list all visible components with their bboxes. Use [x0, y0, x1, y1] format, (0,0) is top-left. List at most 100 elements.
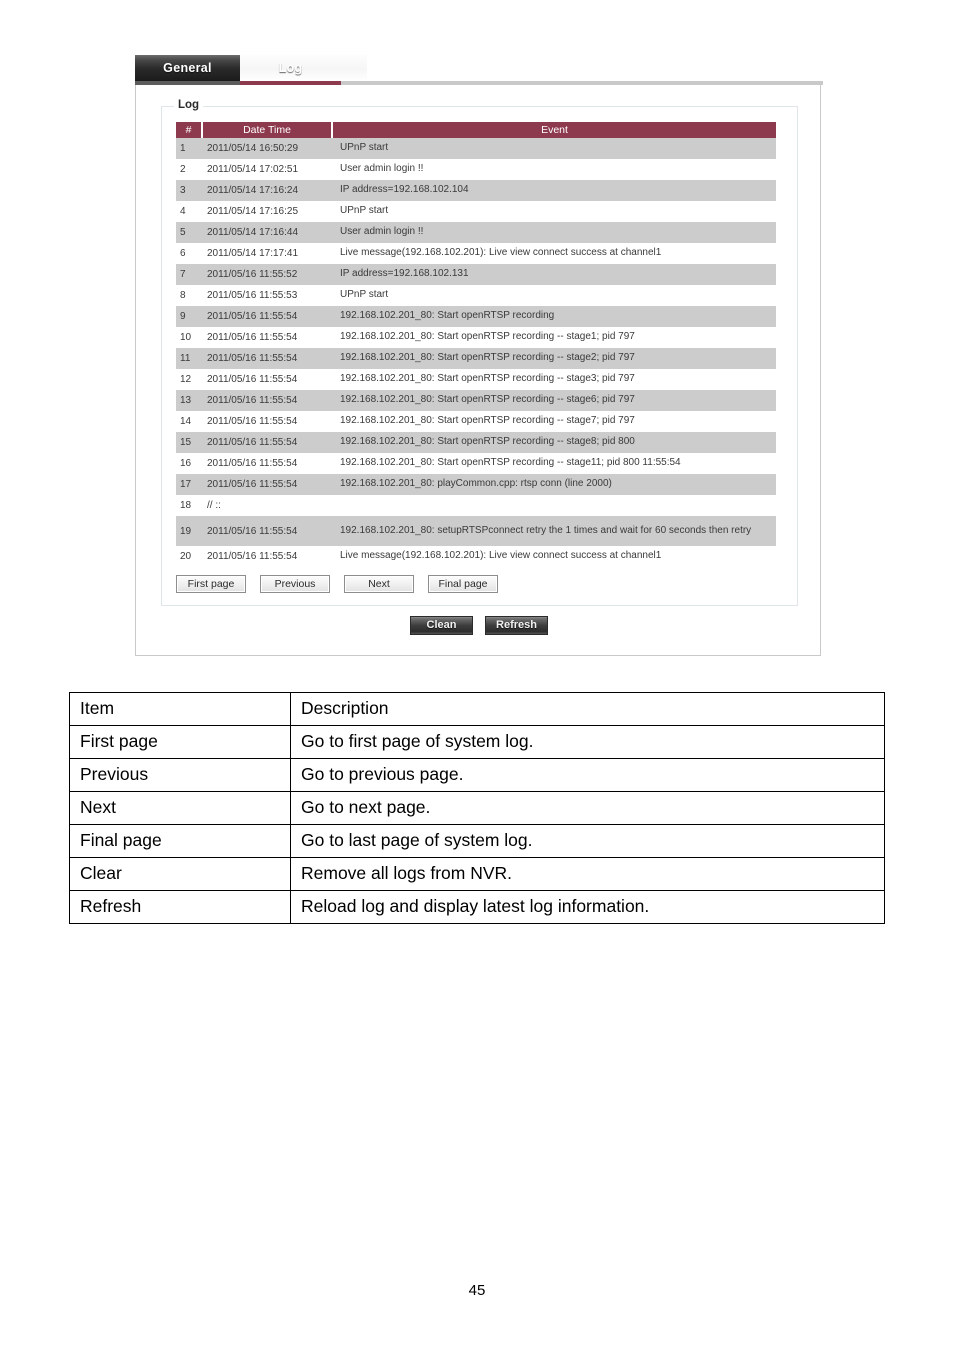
tab-general[interactable]: General — [135, 55, 240, 81]
log-cell-event: User admin login !! — [332, 222, 776, 243]
table-row: 20 2011/05/16 11:55:54 Live message(192.16… — [176, 546, 776, 567]
table-row: 14 2011/05/16 11:55:54 192.168.102.201_80:… — [176, 411, 776, 432]
log-cell-datetime: 2011/05/14 16:50:29 — [202, 138, 332, 159]
log-cell-event: 192.168.102.201_80: setupRTSPconnect ret… — [332, 516, 776, 546]
log-cell-num: 14 — [176, 411, 202, 432]
log-cell-event: 192.168.102.201_80: Start openRTSP recor… — [332, 327, 776, 348]
table-row: Item Description — [69, 692, 885, 726]
desc-item: Refresh — [69, 890, 291, 924]
log-cell-datetime: 2011/05/16 11:55:52 — [202, 264, 332, 285]
log-cell-datetime: 2011/05/14 17:16:44 — [202, 222, 332, 243]
desc-header-item: Item — [69, 692, 291, 726]
desc-item: Next — [69, 791, 291, 825]
log-cell-event: UPnP start — [332, 285, 776, 306]
log-cell-datetime: 2011/05/16 11:55:53 — [202, 285, 332, 306]
log-cell-num: 15 — [176, 432, 202, 453]
log-cell-datetime: 2011/05/14 17:16:24 — [202, 180, 332, 201]
table-row: 10 2011/05/16 11:55:54 192.168.102.201_80:… — [176, 327, 776, 348]
desc-description: Remove all logs from NVR. — [290, 857, 885, 891]
table-row: 5 2011/05/14 17:16:44 User admin login !! — [176, 222, 776, 243]
tab-log[interactable]: Log — [240, 55, 341, 81]
table-row: Previous Go to previous page. — [69, 758, 885, 792]
desc-description: Go to previous page. — [290, 758, 885, 792]
table-row: 8 2011/05/16 11:55:53 UPnP start — [176, 285, 776, 306]
table-row: 2 2011/05/14 17:02:51 User admin login !! — [176, 159, 776, 180]
log-table: # Date Time Event 1 2011/05/14 16:50:29 UP… — [176, 122, 776, 567]
log-table-header-row: # Date Time Event — [176, 122, 776, 138]
log-col-header-event: Event — [332, 122, 776, 138]
log-cell-event: 192.168.102.201_80: Start openRTSP recor… — [332, 369, 776, 390]
log-cell-datetime: 2011/05/16 11:55:54 — [202, 327, 332, 348]
desc-description: Reload log and display latest log inform… — [290, 890, 885, 924]
log-col-header-num: # — [176, 122, 203, 138]
log-cell-num: 5 — [176, 222, 202, 243]
previous-page-button[interactable]: Previous — [260, 575, 330, 593]
log-cell-datetime: 2011/05/16 11:55:54 — [202, 546, 332, 567]
nvr-log-screenshot: General Log Log # Date Time Event 1 2011… — [135, 55, 823, 658]
log-cell-num: 13 — [176, 390, 202, 411]
log-cell-event: 192.168.102.201_80: Start openRTSP recor… — [332, 348, 776, 369]
table-row: Next Go to next page. — [69, 791, 885, 825]
log-cell-datetime: 2011/05/16 11:55:54 — [202, 369, 332, 390]
table-row: 7 2011/05/16 11:55:52 IP address=192.168.1… — [176, 264, 776, 285]
desc-item: Final page — [69, 824, 291, 858]
table-row: 13 2011/05/16 11:55:54 192.168.102.201_80:… — [176, 390, 776, 411]
desc-item: Clear — [69, 857, 291, 891]
page-number: 45 — [468, 1282, 486, 1299]
pagination-controls: First page Previous Next Final page — [176, 575, 498, 593]
table-row: 11 2011/05/16 11:55:54 192.168.102.201_80:… — [176, 348, 776, 369]
log-cell-num: 17 — [176, 474, 202, 495]
log-cell-num: 2 — [176, 159, 202, 180]
log-cell-num: 1 — [176, 138, 202, 159]
desc-description: Go to last page of system log. — [290, 824, 885, 858]
desc-item: First page — [69, 725, 291, 759]
log-cell-event: UPnP start — [332, 201, 776, 222]
log-cell-event: IP address=192.168.102.104 — [332, 180, 776, 201]
log-fieldset-legend: Log — [174, 99, 204, 111]
log-cell-datetime: 2011/05/14 17:02:51 — [202, 159, 332, 180]
desc-header-description: Description — [290, 692, 885, 726]
log-fieldset: Log # Date Time Event 1 2011/05/14 16:50:… — [161, 99, 798, 606]
desc-description: Go to next page. — [290, 791, 885, 825]
log-cell-event — [332, 495, 776, 516]
log-cell-event: 192.168.102.201_80: Start openRTSP recor… — [332, 306, 776, 327]
next-page-button[interactable]: Next — [344, 575, 414, 593]
refresh-button[interactable]: Refresh — [485, 616, 548, 635]
log-cell-event: IP address=192.168.102.131 — [332, 264, 776, 285]
final-page-button[interactable]: Final page — [428, 575, 498, 593]
tab-strip: General Log — [135, 55, 823, 85]
log-cell-datetime: 2011/05/16 11:55:54 — [202, 432, 332, 453]
log-cell-event: UPnP start — [332, 138, 776, 159]
log-cell-event: Live message(192.168.102.201): Live view… — [332, 546, 776, 567]
action-button-bar: Clean Refresh — [136, 616, 822, 635]
log-cell-num: 3 — [176, 180, 202, 201]
log-cell-num: 11 — [176, 348, 202, 369]
table-row: 18// :: — [176, 495, 776, 516]
log-cell-event: Live message(192.168.102.201): Live view… — [332, 243, 776, 264]
log-cell-num: 8 — [176, 285, 202, 306]
table-row: 4 2011/05/14 17:16:25 UPnP start — [176, 201, 776, 222]
log-cell-datetime: 2011/05/16 11:55:54 — [202, 348, 332, 369]
log-cell-num: 12 — [176, 369, 202, 390]
table-row: 12 2011/05/16 11:55:54 192.168.102.201_80:… — [176, 369, 776, 390]
log-cell-datetime: 2011/05/16 11:55:54 — [202, 411, 332, 432]
log-cell-num: 6 — [176, 243, 202, 264]
table-row: Final page Go to last page of system log… — [69, 824, 885, 858]
log-cell-datetime: 2011/05/14 17:17:41 — [202, 243, 332, 264]
log-cell-num: 10 — [176, 327, 202, 348]
table-row: 19 2011/05/16 11:55:54 192.168.102.201_80:… — [176, 516, 776, 546]
table-row: 17 2011/05/16 11:55:54 192.168.102.201_80:… — [176, 474, 776, 495]
clean-button[interactable]: Clean — [410, 616, 473, 635]
first-page-button[interactable]: First page — [176, 575, 246, 593]
log-cell-datetime: 2011/05/16 11:55:54 — [202, 390, 332, 411]
table-row: 3 2011/05/14 17:16:24 IP address=192.168.1… — [176, 180, 776, 201]
description-table: Item Description First page Go to first … — [69, 692, 885, 924]
desc-description: Go to first page of system log. — [290, 725, 885, 759]
log-cell-num: 4 — [176, 201, 202, 222]
table-row: 9 2011/05/16 11:55:54 192.168.102.201_80: … — [176, 306, 776, 327]
log-cell-datetime: // :: — [202, 495, 332, 516]
log-cell-event: 192.168.102.201_80: Start openRTSP recor… — [332, 390, 776, 411]
log-cell-event: 192.168.102.201_80: playCommon.cpp: rtsp… — [332, 474, 776, 495]
log-content-panel: Log # Date Time Event 1 2011/05/14 16:50:… — [135, 85, 821, 656]
log-cell-datetime: 2011/05/16 11:55:54 — [202, 516, 332, 546]
